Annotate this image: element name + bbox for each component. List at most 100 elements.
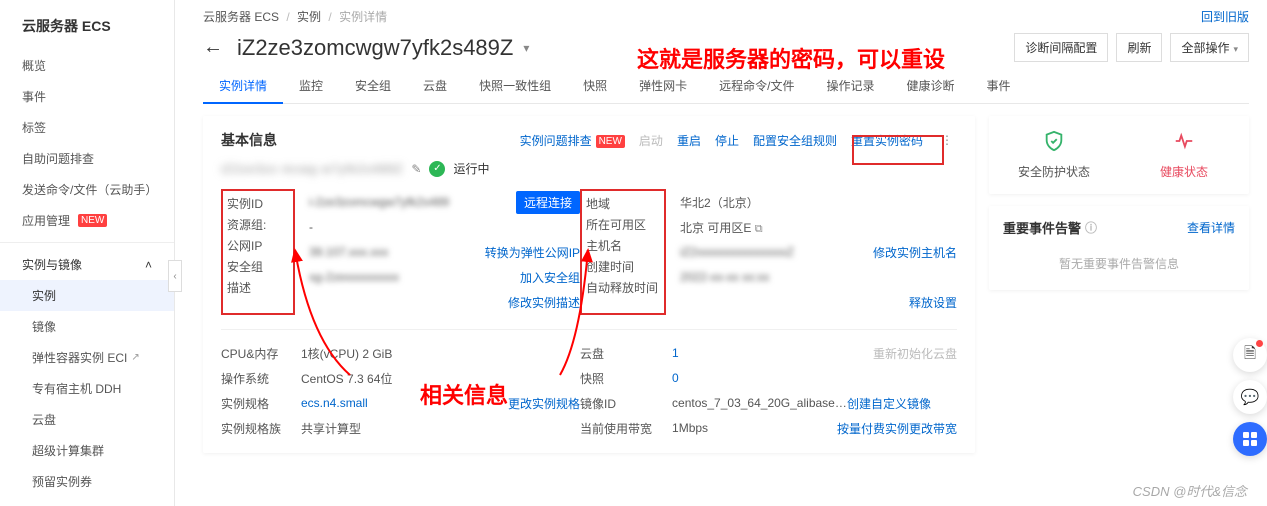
sidebar-item-ddh[interactable]: 专有宿主机 DDH [0,373,174,404]
annotation-box-left-labels: 实例ID 资源组: 公网IP 安全组 描述 [221,189,295,315]
back-arrow-icon[interactable]: ← [203,36,227,59]
chevron-down-icon[interactable]: ▾ [523,41,529,55]
back-to-old-link[interactable]: 回到旧版 [1201,8,1249,25]
crumb-instance[interactable]: 实例 [297,10,321,24]
instance-name-value: iZ2ze3zo mcwg w7yfk2s489Z [221,162,403,176]
float-notification-button[interactable]: 🗎 [1233,338,1267,372]
config-sg-action[interactable]: 配置安全组规则 [753,132,837,149]
tab-security-group[interactable]: 安全组 [339,68,407,103]
page-title: iZ2ze3zomcwgw7yfk2s489Z [237,35,513,61]
tab-monitor[interactable]: 监控 [283,68,339,103]
health-status-label: 健康状态 [1160,163,1208,180]
remote-connect-button[interactable]: 远程连接 [516,191,580,214]
health-status-card[interactable]: 健康状态 [1119,116,1249,194]
sidebar-item-appmgmt[interactable]: 应用管理 NEW [0,205,174,236]
label-description: 描述 [225,277,291,298]
label-snap: 快照 [580,370,664,387]
tabs: 实例详情 监控 安全组 云盘 快照一致性组 快照 弹性网卡 远程命令/文件 操作… [203,68,1249,104]
tab-health[interactable]: 健康诊断 [890,68,970,103]
value-hostname: iZ2xxxxxxxxxxxxxxxZ [680,245,873,259]
divider [0,242,174,243]
tab-snapshot-group[interactable]: 快照一致性组 [463,68,567,103]
sidebar-item-label: 应用管理 [22,212,70,229]
main-content: 云服务器 ECS / 实例 / 实例详情 回到旧版 ← iZ2ze3zomcwg… [175,0,1267,506]
restart-action[interactable]: 重启 [677,132,701,149]
label-family: 实例规格族 [221,420,293,437]
sidebar-item-sendcmd[interactable]: 发送命令/文件（云助手） [0,174,174,205]
tab-snapshot[interactable]: 快照 [567,68,623,103]
reinit-disk-link[interactable]: 重新初始化云盘 [873,345,957,362]
value-image-id: centos_7_03_64_20G_alibase_201... [672,396,847,410]
label-public-ip: 公网IP [225,235,291,256]
floating-buttons: 🗎 💬 [1233,338,1267,456]
basic-info-card: 基本信息 实例问题排查NEW 启动 重启 停止 配置安全组规则 重置实例密码 ⋮… [203,116,975,453]
shield-icon [1043,130,1065,157]
change-type-link[interactable]: 更改实例规格 [508,395,580,412]
heartbeat-icon [1173,130,1195,157]
label-resource-group: 资源组: [225,214,291,235]
notification-dot [1256,340,1263,347]
card-actions: 实例问题排查NEW 启动 重启 停止 配置安全组规则 重置实例密码 ⋮ [520,132,957,149]
value-instance-type[interactable]: ecs.n4.small [301,396,368,410]
value-disk[interactable]: 1 [672,346,679,360]
sidebar-item-reserved[interactable]: 预留实例券 [0,466,174,497]
sidebar-item-overview[interactable]: 概览 [0,50,174,81]
button-label: 全部操作 [1181,41,1229,55]
create-image-link[interactable]: 创建自定义镜像 [847,395,931,412]
refresh-button[interactable]: 刷新 [1116,33,1162,62]
instance-diag-link[interactable]: 实例问题排查NEW [520,132,625,149]
add-sg-link[interactable]: 加入安全组 [520,269,580,286]
tab-instance-detail[interactable]: 实例详情 [203,68,283,103]
modify-hostname-link[interactable]: 修改实例主机名 [873,244,957,261]
reset-password-action[interactable]: 重置实例密码 [851,132,923,149]
sidebar-item-guarantee[interactable]: 资源保障 NEW [0,497,174,506]
value-snap[interactable]: 0 [672,371,679,385]
sidebar-group-instances[interactable]: 实例与镜像 ˄ [0,249,174,280]
sidebar-item-hpc[interactable]: 超级计算集群 [0,435,174,466]
diag-config-button[interactable]: 诊断间隔配置 [1014,33,1108,62]
sidebar-item-eci[interactable]: 弹性容器实例 ECI ↗ [0,342,174,373]
watermark: CSDN @时代&信念 [1133,481,1247,500]
all-operations-button[interactable]: 全部操作▾ [1170,33,1249,62]
stop-action[interactable]: 停止 [715,132,739,149]
change-bandwidth-link[interactable]: 按量付费实例更改带宽 [837,420,957,437]
convert-eip-link[interactable]: 转换为弹性公网IP [485,244,580,261]
status-text: 运行中 [453,160,489,177]
tab-remote-cmd[interactable]: 远程命令/文件 [703,68,810,103]
sidebar-item-tags[interactable]: 标签 [0,112,174,143]
label-instance-id: 实例ID [225,193,291,214]
tab-ops-log[interactable]: 操作记录 [810,68,890,103]
tab-disk[interactable]: 云盘 [407,68,463,103]
value-family: 共享计算型 [301,420,580,437]
sidebar-item-events[interactable]: 事件 [0,81,174,112]
label-bandwidth: 当前使用带宽 [580,420,664,437]
label-cpu-mem: CPU&内存 [221,345,293,362]
tab-events[interactable]: 事件 [970,68,1026,103]
security-status-card[interactable]: 安全防护状态 [989,116,1119,194]
divider [221,329,957,330]
external-link-icon: ↗ [131,352,139,363]
float-chat-button[interactable]: 💬 [1233,380,1267,414]
value-resource-group: - [309,220,580,234]
label-security-group: 安全组 [225,256,291,277]
label-image: 镜像ID [580,395,664,412]
sidebar-item-image[interactable]: 镜像 [0,311,174,342]
release-config-link[interactable]: 释放设置 [909,294,957,311]
float-apps-button[interactable] [1233,422,1267,456]
sidebar-item-selfdiag[interactable]: 自助问题排查 [0,143,174,174]
value-zone: 北京 可用区E ⧉ [680,219,957,236]
more-actions-icon[interactable]: ⋮ [937,133,957,147]
value-instance-id: i-2ze3zomcwgw7yfk2s489 [309,195,516,209]
tab-eni[interactable]: 弹性网卡 [623,68,703,103]
events-detail-link[interactable]: 查看详情 [1187,219,1235,236]
edit-icon[interactable]: ✎ [411,162,421,176]
sidebar-item-instance[interactable]: 实例 [0,280,174,311]
sidebar-collapse-button[interactable]: ‹ [168,260,182,292]
value-created: 2022-xx-xx xx:xx [680,270,957,284]
edit-desc-link[interactable]: 修改实例描述 [508,294,580,311]
crumb-ecs[interactable]: 云服务器 ECS [203,10,279,24]
copy-icon[interactable]: ⧉ [755,223,763,235]
crumb-current: 实例详情 [339,10,387,24]
sidebar-item-disk[interactable]: 云盘 [0,404,174,435]
help-icon[interactable]: ⓘ [1085,219,1097,236]
